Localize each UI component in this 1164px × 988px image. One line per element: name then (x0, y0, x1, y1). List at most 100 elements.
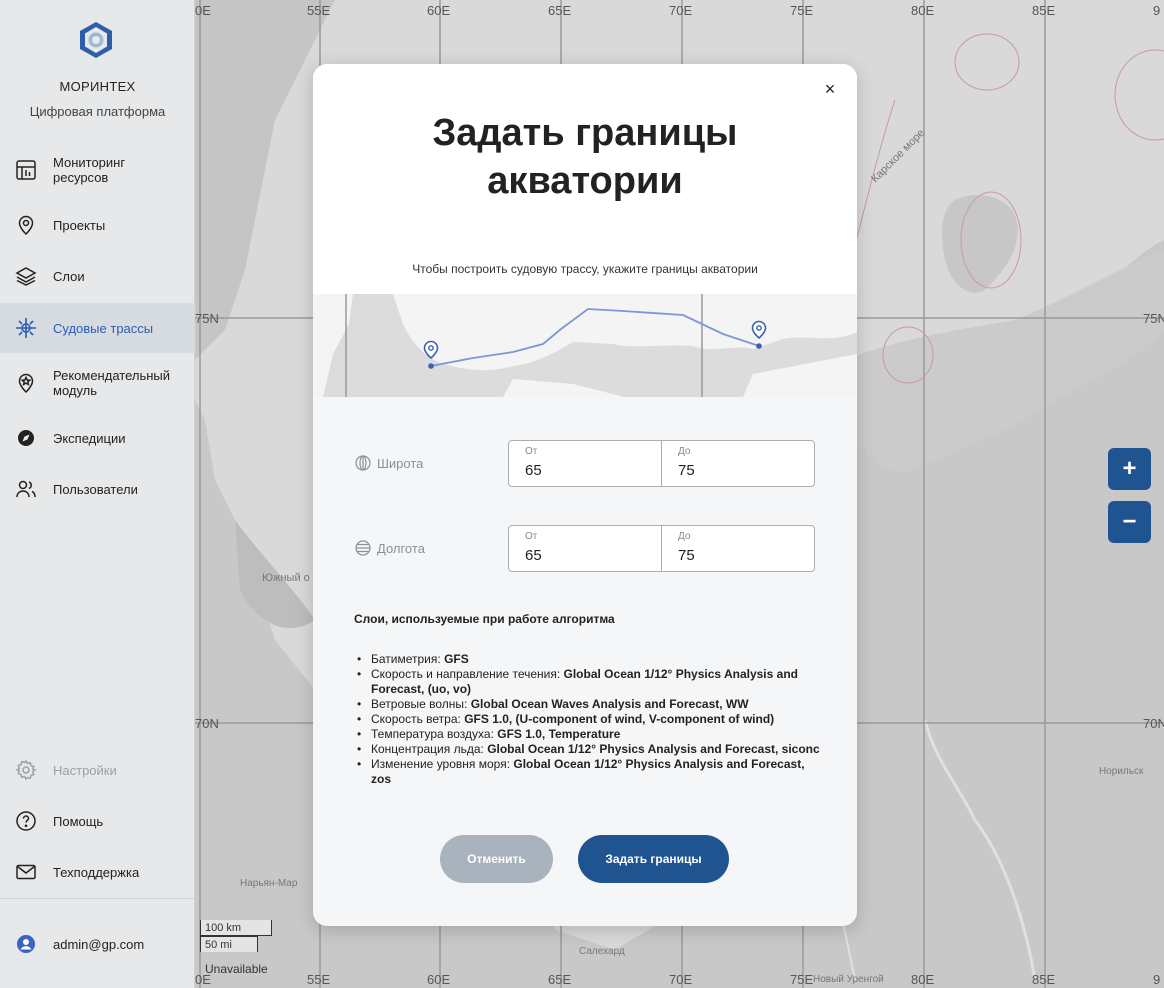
list-item: Ветровые волны: Global Ocean Waves Analy… (354, 697, 824, 712)
zoom-in-button[interactable]: + (1108, 448, 1151, 490)
layer-source: GFS (444, 652, 469, 666)
list-item: Скорость ветра: GFS 1.0, (U-component of… (354, 712, 824, 727)
lon-label: 70E (669, 972, 693, 987)
lon-label: 55E (307, 3, 331, 18)
longitude-label-text: Долгота (377, 540, 425, 556)
monitoring-icon (14, 158, 38, 182)
sidebar-item-monitoring[interactable]: Мониторинг ресурсов (0, 145, 195, 195)
lon-label: 0E (195, 3, 211, 18)
layer-source: Global Ocean Waves Analysis and Forecast… (470, 697, 749, 711)
list-item: Батиметрия: GFS (354, 652, 824, 667)
lon-label: 9 (1153, 972, 1161, 987)
sidebar-item-projects[interactable]: Проекты (0, 200, 195, 250)
lat-label: 70N (195, 716, 219, 731)
sidebar-item-ship-routes[interactable]: Судовые трассы (0, 303, 195, 353)
layers-list: Батиметрия: GFS Скорость и направление т… (354, 652, 824, 787)
sidebar-item-label: Судовые трассы (53, 320, 154, 336)
sidebar-item-settings[interactable]: Настройки (0, 745, 195, 795)
sidebar-item-support[interactable]: Техподдержка (0, 847, 195, 897)
recommend-icon (14, 371, 38, 395)
latitude-range: От До (508, 440, 815, 487)
lon-label: 85E (1032, 3, 1056, 18)
latitude-label: Широта (355, 455, 423, 471)
lat-label: 75N (1143, 311, 1164, 326)
from-caption: От (525, 531, 538, 542)
longitude-icon (355, 540, 371, 556)
latitude-label-text: Широта (377, 455, 424, 471)
list-item: Температура воздуха: GFS 1.0, Temperatur… (354, 727, 824, 742)
cancel-button[interactable]: Отменить (440, 835, 553, 883)
lon-label: 80E (911, 3, 935, 18)
longitude-from-input[interactable] (525, 547, 645, 564)
lon-label: 60E (427, 972, 451, 987)
layers-title: Слои, используемые при работе алгоритма (354, 612, 615, 626)
sidebar-item-label: Экспедиции (53, 430, 126, 446)
latitude-to-input[interactable] (678, 462, 798, 479)
sidebar-item-layers[interactable]: Слои (0, 251, 195, 301)
lon-label: 9 (1153, 3, 1161, 18)
scale-km: 100 km (200, 920, 272, 936)
sidebar-item-label: Мониторинг ресурсов (53, 155, 126, 185)
users-icon (14, 477, 38, 501)
latitude-from-field[interactable]: От (509, 441, 661, 486)
lon-label: 70E (669, 3, 693, 18)
sidebar-item-help[interactable]: Помощь (0, 796, 195, 846)
lon-label: 60E (427, 3, 451, 18)
lon-label: 75E (790, 3, 814, 18)
sidebar-item-label: Слои (53, 268, 85, 284)
sidebar-item-label: Помощь (53, 813, 104, 829)
route-preview-illustration (313, 294, 857, 397)
app-logo[interactable] (76, 20, 116, 60)
gear-icon (14, 758, 38, 782)
sidebar-item-users[interactable]: Пользователи (0, 464, 195, 514)
layer-name: Ветровые волны: (371, 697, 471, 711)
latitude-from-input[interactable] (525, 462, 645, 479)
longitude-to-field[interactable]: До (661, 526, 814, 571)
lat-label: 75N (195, 311, 219, 326)
brand-name: МОРИНТЕХ (59, 79, 136, 94)
from-caption: От (525, 446, 538, 457)
longitude-to-input[interactable] (678, 547, 798, 564)
layer-name: Концентрация льда: (371, 742, 488, 756)
ship-route-icon (14, 316, 38, 340)
layer-name: Температура воздуха: (371, 727, 498, 741)
brand-subtitle: Цифровая платформа (29, 104, 166, 119)
layer-name: Батиметрия: (371, 652, 445, 666)
longitude-from-field[interactable]: От (509, 526, 661, 571)
compass-icon (14, 426, 38, 450)
list-item: Изменение уровня моря: Global Ocean 1/12… (354, 757, 824, 787)
latitude-to-field[interactable]: До (661, 441, 814, 486)
layer-name: Изменение уровня моря: (371, 757, 514, 771)
map-status: Unavailable (205, 962, 268, 976)
lon-label: 65E (548, 3, 572, 18)
longitude-label: Долгота (355, 540, 425, 556)
zoom-out-button[interactable]: − (1108, 501, 1151, 543)
layer-source: GFS 1.0, Temperature (497, 727, 621, 741)
layer-name: Скорость и направление течения: (371, 667, 564, 681)
user-account[interactable]: admin@gp.com (0, 919, 195, 969)
help-icon (14, 809, 38, 833)
dialog-title: Задать границы акватории (432, 112, 738, 202)
sidebar-item-label: Рекомендательный модуль (53, 368, 171, 398)
mail-icon (14, 860, 38, 884)
longitude-range: От До (508, 525, 815, 572)
lat-label: 70N (1143, 716, 1164, 731)
place-label: Новый Уренгой (813, 974, 884, 985)
to-caption: До (678, 446, 691, 457)
sidebar-item-expeditions[interactable]: Экспедиции (0, 413, 195, 463)
to-caption: До (678, 531, 691, 542)
place-label: Южный о (262, 572, 310, 584)
list-item: Концентрация льда: Global Ocean 1/12° Ph… (354, 742, 824, 757)
user-avatar-icon (14, 932, 38, 956)
sidebar-divider (0, 898, 195, 899)
map-scale: 100 km 50 mi (200, 920, 272, 952)
sidebar-item-recommend[interactable]: Рекомендательный модуль (0, 358, 195, 408)
map-pin-icon (14, 213, 38, 237)
layers-icon (14, 264, 38, 288)
dialog-subtitle: Чтобы построить судовую трассу, укажите … (412, 262, 758, 276)
lon-label: 85E (1032, 972, 1056, 987)
set-bounds-button[interactable]: Задать границы (578, 835, 729, 883)
close-button[interactable]: × (819, 78, 841, 100)
lon-label: 80E (911, 972, 935, 987)
place-label: Салехард (579, 946, 625, 957)
